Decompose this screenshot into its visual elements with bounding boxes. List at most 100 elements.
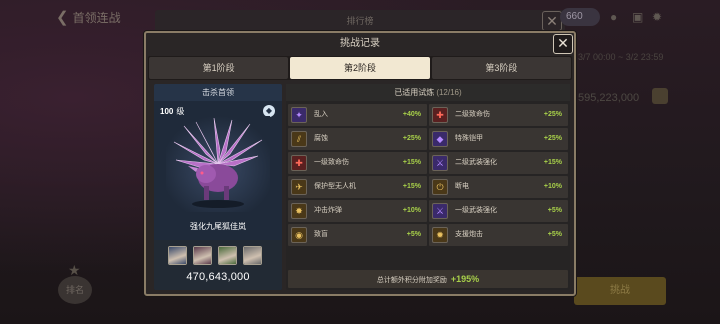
total-bonus-label: 总计额外积分附加奖励: [376, 277, 447, 284]
trial-glyph: ✦: [295, 110, 303, 120]
trial-glyph: ◆: [436, 134, 444, 144]
tab-stage-3[interactable]: 第3阶段: [431, 57, 571, 79]
back-label: 首领连战: [72, 10, 121, 25]
message-icon: ▣: [632, 10, 644, 24]
trial-name: 二级武装强化: [455, 159, 497, 166]
trial-glyph: ✚: [436, 110, 444, 120]
trial-value: +25%: [543, 111, 562, 118]
trial-item: ✦ 乱入 +40%: [288, 104, 427, 126]
trial-name: 保护型无人机: [314, 183, 356, 190]
critical-wound-icon: ✚: [291, 155, 307, 171]
trial-glyph: ⚔: [435, 158, 445, 168]
trial-value: +25%: [543, 135, 562, 142]
trial-name: 腐蚀: [314, 135, 328, 142]
boss-score: 470,643,000: [186, 271, 250, 283]
trial-value: +15%: [402, 159, 421, 166]
trial-glyph: ✹: [436, 230, 444, 240]
back-button[interactable]: ❮ 首领连战: [56, 8, 121, 26]
applied-trials-panel: 已适用试炼 (12/16) ✦ 乱入 +40% ✚ 二级致命伤 +25% ⫽ 腐蚀 +25% ◆ 特殊…: [286, 84, 570, 290]
trial-item: ⫽ 腐蚀 +25%: [288, 128, 427, 150]
boss-level-unit: 级: [176, 107, 185, 116]
trial-item: ✈ 保护型无人机 +15%: [288, 176, 427, 198]
total-bonus: 总计额外积分附加奖励 +195%: [288, 270, 568, 288]
fight-button: 挑战: [574, 277, 666, 305]
trial-value: +10%: [402, 207, 421, 214]
trial-value: +25%: [402, 135, 421, 142]
trial-name: 致盲: [314, 231, 328, 238]
rank-icon: ★ 排名: [58, 262, 92, 304]
trial-name: 冲击炸弹: [314, 207, 342, 214]
hero-team: [168, 246, 262, 265]
trial-glyph: ◉: [295, 230, 303, 240]
background-right-panel: 3/7 00:00 ~ 3/2 23:59 595,223,000 挑战: [574, 32, 720, 324]
trials-header-label: 已适用试炼: [394, 88, 435, 97]
tab-stage-1[interactable]: 第1阶段: [149, 57, 289, 79]
trial-name: 二级致命伤: [455, 111, 490, 118]
hero-portrait[interactable]: [168, 246, 187, 265]
trial-value: +15%: [402, 183, 421, 190]
trial-item: ✸ 冲击炸弹 +10%: [288, 200, 427, 222]
score-info-button: [652, 88, 668, 104]
stage-tabs: 第1阶段 第2阶段 第3阶段: [148, 56, 572, 80]
total-bonus-value: +195%: [450, 274, 480, 284]
hero-portrait[interactable]: [193, 246, 212, 265]
trial-name: 一级武装强化: [455, 207, 497, 214]
hero-portrait-image: [244, 247, 261, 264]
weapon-enhance-icon: ⚔: [432, 155, 448, 171]
trial-value: +15%: [543, 159, 562, 166]
date-range: 3/7 00:00 ~ 3/2 23:59: [578, 52, 664, 62]
trial-name: 断电: [455, 183, 469, 190]
trials-count: (12/16): [436, 88, 462, 97]
trial-glyph: ✈: [295, 182, 303, 192]
hero-portrait-image: [219, 247, 236, 264]
trial-glyph: ⚔: [435, 206, 445, 216]
boss-panel: 击杀首领 100 级 ◆ 强化九尾狐佳岚 470,643,000: [154, 84, 282, 290]
close-button[interactable]: ✕: [553, 34, 573, 54]
trial-item: ◉ 致盲 +5%: [288, 224, 427, 246]
trial-item: ✚ 一级致命伤 +15%: [288, 152, 427, 174]
trial-name: 乱入: [314, 111, 328, 118]
background-topbar: ❮ 首领连战 排行榜 ✕ 660 ● ▣ ✹: [0, 0, 720, 32]
trial-name: 一级致命伤: [314, 159, 349, 166]
trial-glyph: ⫽: [296, 134, 301, 144]
trial-name: 支援炮击: [455, 231, 483, 238]
trial-name: 特殊铠甲: [455, 135, 483, 142]
battle-record-dialog: 挑战记录 ✕ 第1阶段 第2阶段 第3阶段 击杀首领 100 级 ◆ 强化九尾狐…: [144, 31, 576, 296]
trial-value: +5%: [547, 207, 562, 214]
hero-portrait[interactable]: [243, 246, 262, 265]
special-armor-icon: ◆: [432, 131, 448, 147]
boss-name: 强化九尾狐佳岚: [190, 222, 246, 231]
chat-icon: ●: [610, 10, 618, 24]
weapon-enhance-icon: ⚔: [432, 203, 448, 219]
artillery-icon: ✹: [432, 227, 448, 243]
trial-item: ⚔ 一级武装强化 +5%: [429, 200, 568, 222]
trial-glyph: ⏻: [436, 182, 444, 192]
gear-icon: ✹: [652, 10, 663, 24]
trials-header: 已适用试炼 (12/16): [286, 84, 570, 101]
corrosion-icon: ⫽: [291, 131, 307, 147]
trial-item: ⚔ 二级武装强化 +15%: [429, 152, 568, 174]
trial-item: ⏻ 断电 +10%: [429, 176, 568, 198]
ranking-tab: 排行榜: [155, 10, 565, 32]
tab-stage-2[interactable]: 第2阶段: [290, 57, 430, 79]
hero-portrait-image: [194, 247, 211, 264]
trial-value: +5%: [406, 231, 421, 238]
trial-item: ✹ 支援炮击 +5%: [429, 224, 568, 246]
bomb-icon: ✸: [291, 203, 307, 219]
trial-value: +10%: [543, 183, 562, 190]
drone-icon: ✈: [291, 179, 307, 195]
currency-counter: 660: [560, 8, 600, 26]
background-score: 595,223,000: [578, 92, 640, 104]
trial-item: ◆ 特殊铠甲 +25%: [429, 128, 568, 150]
background-close-icon: ✕: [542, 11, 562, 31]
back-arrow-icon: ❮: [56, 9, 69, 26]
hero-portrait[interactable]: [218, 246, 237, 265]
rank-label: 排名: [58, 276, 92, 304]
dialog-title: 挑战记录: [340, 38, 380, 49]
trials-grid: ✦ 乱入 +40% ✚ 二级致命伤 +25% ⫽ 腐蚀 +25% ◆ 特殊铠甲 +25% ✚ 一级致命伤 +…: [288, 104, 568, 246]
chaos-icon: ✦: [291, 107, 307, 123]
blind-icon: ◉: [291, 227, 307, 243]
trial-value: +5%: [547, 231, 562, 238]
trial-glyph: ✸: [295, 206, 303, 216]
trial-value: +40%: [402, 111, 421, 118]
